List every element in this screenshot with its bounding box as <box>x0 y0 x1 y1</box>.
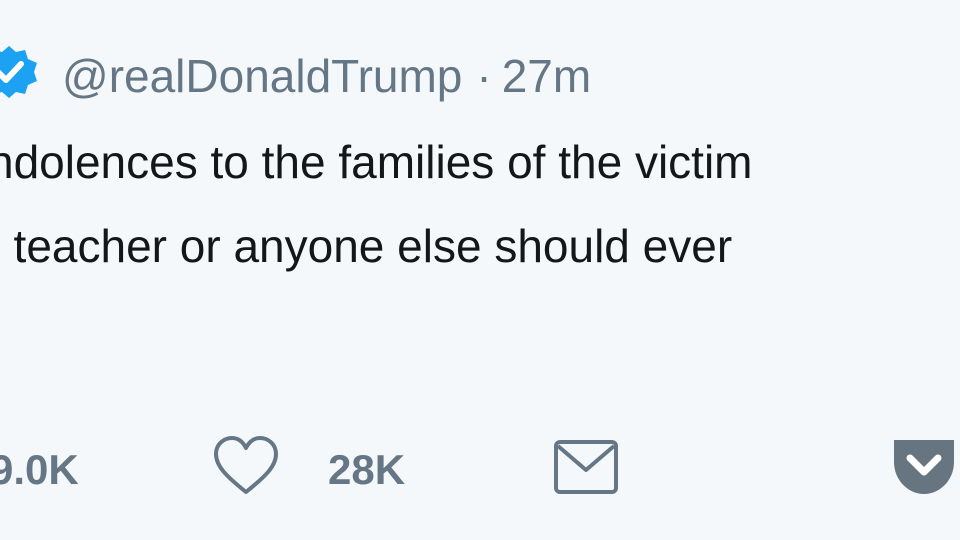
envelope-icon[interactable] <box>552 436 620 498</box>
tweet-text-line-1: ndolences to the families of the victim <box>0 136 753 188</box>
like-count[interactable]: 28K <box>328 440 405 500</box>
tweet-header: @realDonaldTrump · 27m <box>62 46 591 106</box>
tweet-card: @realDonaldTrump · 27m ndolences to the fa… <box>0 0 960 540</box>
separator-dot: · <box>476 50 492 102</box>
heart-icon[interactable] <box>212 434 280 498</box>
tweet-text-line-2: , teacher or anyone else should ever <box>0 220 733 272</box>
user-handle[interactable]: @realDonaldTrump <box>62 50 462 102</box>
retweet-count[interactable]: 9.0K <box>0 440 79 500</box>
tweet-timestamp[interactable]: 27m <box>502 50 591 102</box>
pocket-icon[interactable] <box>888 434 960 498</box>
verified-badge-icon <box>0 46 37 98</box>
